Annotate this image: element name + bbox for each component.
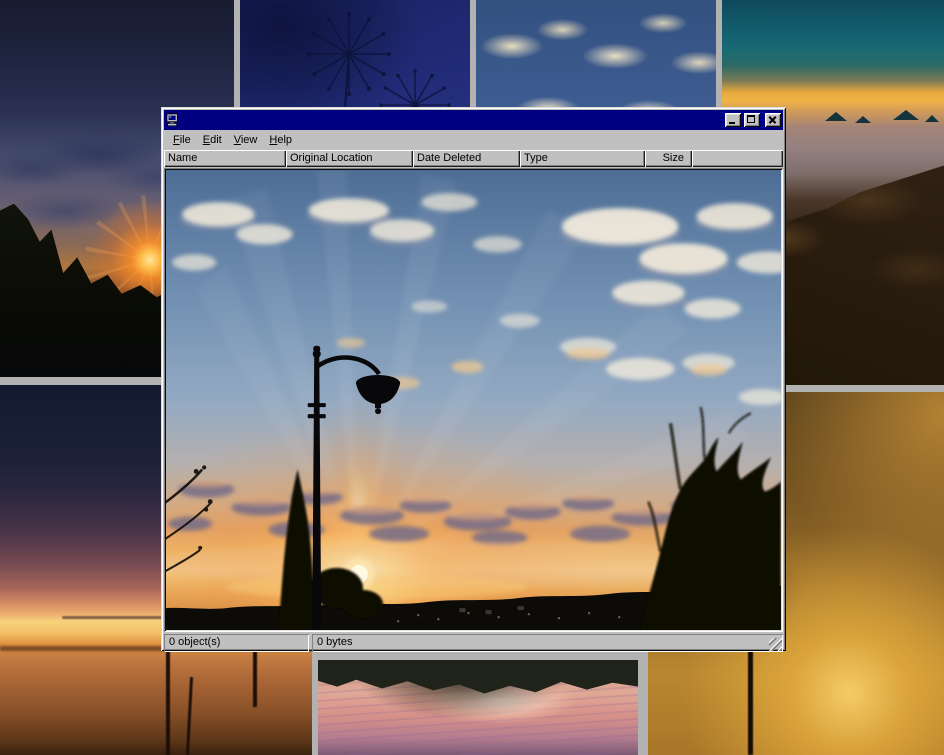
maximize-button[interactable] [744,113,760,127]
minimize-button[interactable] [725,113,741,127]
water-pole [253,645,257,707]
column-header-original-location[interactable]: Original Location [286,150,413,167]
island-silhouette [855,116,871,123]
column-header-name[interactable]: Name [164,150,286,167]
bg-photo-water-reflection[interactable] [318,660,638,755]
island-silhouette [825,112,847,121]
water-pole [186,677,193,755]
status-object-count: 0 object(s) [164,634,309,652]
status-bar: 0 object(s) 0 bytes [164,634,783,652]
maximize-icon [747,115,755,123]
treeline-reflection [318,660,638,698]
island-silhouette [893,110,919,120]
close-button[interactable] [765,113,781,127]
recycle-bin-window: File Edit View Help Name Original Locati… [161,107,786,651]
menu-bar: File Edit View Help [164,130,783,150]
column-header-date-deleted[interactable]: Date Deleted [413,150,520,167]
lamp-pole-silhouette [748,646,753,755]
column-header-type[interactable]: Type [520,150,645,167]
menu-item-view[interactable]: View [228,132,264,148]
column-header-spacer[interactable] [692,150,783,167]
resize-grip[interactable] [769,638,782,651]
water-pole [166,643,170,755]
sunset-lamp-photo [166,170,781,630]
column-headers: Name Original Location Date Deleted Type… [164,150,783,167]
island-silhouette [925,115,939,122]
computer-icon[interactable] [166,113,180,127]
menu-item-file[interactable]: File [167,132,197,148]
status-byte-count: 0 bytes [312,634,783,652]
list-view-content[interactable] [164,168,783,632]
column-header-size[interactable]: Size [645,150,692,167]
menu-item-help[interactable]: Help [263,132,298,148]
menu-item-edit[interactable]: Edit [197,132,228,148]
title-bar[interactable] [164,110,783,130]
minimize-icon [729,122,735,124]
